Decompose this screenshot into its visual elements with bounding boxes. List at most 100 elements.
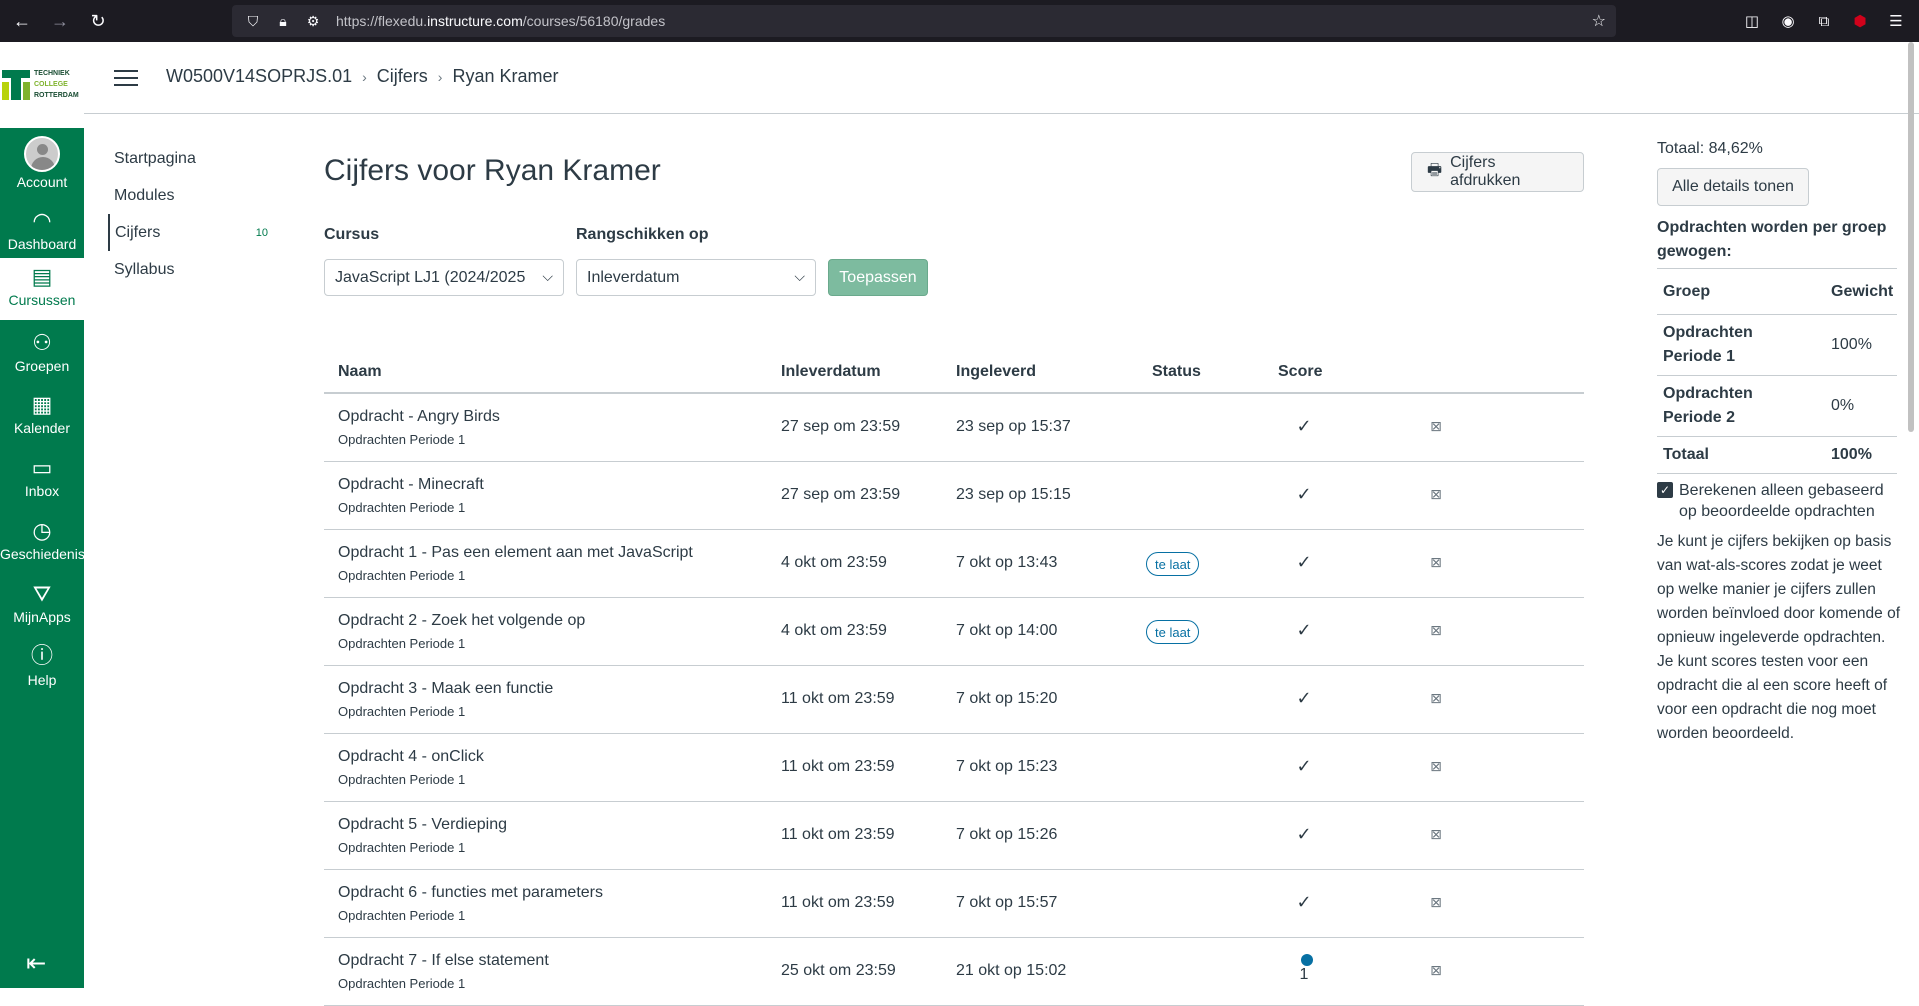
page-header: W0500V14SOPRJS.01 › Cijfers › Ryan Krame… (84, 42, 1919, 114)
assignment-link[interactable]: Opdracht 2 - Zoek het volgende op (338, 612, 585, 630)
global-nav-courses[interactable]: ▤ Cursussen (0, 258, 84, 320)
what-if-edit-icon[interactable]: ⊠ (1426, 758, 1446, 775)
course-select[interactable]: JavaScript LJ1 (2024/2025 ⌵ (324, 259, 564, 296)
global-nav-help[interactable]: ⓘ Help (0, 638, 84, 700)
breadcrumb-grades[interactable]: Cijfers (377, 66, 428, 87)
score-value[interactable]: ✓ (1284, 620, 1324, 641)
late-status-badge: te laat (1146, 620, 1200, 644)
due-date: 11 okt om 23:59 (781, 758, 895, 775)
school-logo[interactable]: TECHNIEK COLLEGE ROTTERDAM (0, 42, 84, 128)
chevron-down-icon: ⌵ (794, 268, 805, 284)
help-icon: ⓘ (30, 643, 53, 668)
global-nav-label: Dashboard (7, 236, 77, 252)
back-icon[interactable]: ← (6, 5, 38, 37)
extensions-icon[interactable]: ⧉ (1811, 13, 1837, 30)
apply-button[interactable]: Toepassen (828, 259, 928, 296)
assignment-link[interactable]: Opdracht - Minecraft (338, 476, 484, 494)
collapse-nav-icon[interactable]: ⇤ (26, 949, 46, 978)
url-text[interactable]: https://flexedu.instructure.com/courses/… (336, 13, 665, 29)
late-status-badge: te laat (1146, 552, 1200, 576)
score-value[interactable]: 1 (1284, 966, 1324, 984)
what-if-info: Je kunt je cijfers bekijken op basis van… (1657, 533, 1900, 742)
lock-icon[interactable]: 🔒︎ (274, 13, 292, 30)
what-if-edit-icon[interactable]: ⊠ (1426, 826, 1446, 843)
graded-only-label: Berekenen alleen gebaseerd op beoordeeld… (1679, 482, 1884, 520)
assignment-link[interactable]: Opdracht 3 - Maak een functie (338, 680, 553, 698)
course-nav-grades[interactable]: Cijfers 10 (108, 214, 268, 251)
table-row: Opdracht 5 - Verdieping Opdrachten Period… (324, 802, 1584, 870)
graded-only-option[interactable]: ✓ Berekenen alleen gebaseerd op beoordee… (1657, 480, 1897, 522)
what-if-edit-icon[interactable]: ⊠ (1426, 554, 1446, 571)
forward-icon[interactable]: → (44, 5, 76, 37)
header-due[interactable]: Inleverdatum (781, 363, 881, 381)
score-value[interactable]: ✓ (1284, 552, 1324, 573)
assignment-link[interactable]: Opdracht 4 - onClick (338, 748, 484, 766)
table-header: Naam Inleverdatum Ingeleverd Status Scor… (324, 346, 1584, 394)
score-value[interactable]: ✓ (1284, 484, 1324, 505)
bookmark-star-icon[interactable]: ☆ (1592, 11, 1606, 31)
submitted-date: 23 sep op 15:37 (956, 418, 1071, 435)
global-nav-groups[interactable]: ⚇ Groepen (0, 324, 84, 386)
page-scrollbar[interactable] (1908, 42, 1914, 432)
header-name[interactable]: Naam (338, 363, 382, 381)
table-row: Opdracht 7 - If else statement Opdrachten… (324, 938, 1584, 1006)
course-nav-syllabus[interactable]: Syllabus (108, 251, 268, 288)
assignment-link[interactable]: Opdracht - Angry Birds (338, 408, 500, 426)
address-bar[interactable]: ⛉ 🔒︎ ⚙ https://flexedu.instructure.com/c… (232, 5, 1616, 37)
score-value[interactable]: ✓ (1284, 688, 1324, 709)
score-value[interactable]: ✓ (1284, 892, 1324, 913)
what-if-edit-icon[interactable]: ⊠ (1426, 418, 1446, 435)
assignment-group: Opdrachten Periode 1 (338, 840, 466, 855)
global-nav-inbox[interactable]: ▭ Inbox (0, 449, 84, 511)
global-nav-label: MijnApps (13, 609, 71, 625)
submitted-date: 7 okt op 15:23 (956, 758, 1058, 775)
reload-icon[interactable]: ↻ (82, 5, 114, 37)
browser-extensions: ◫ ◉ ⧉ ⬢ ☰ (1739, 5, 1909, 37)
weights-value: 100% (1831, 336, 1872, 353)
course-nav-home[interactable]: Startpagina (108, 140, 268, 177)
due-date: 27 sep om 23:59 (781, 418, 901, 435)
hamburger-menu-icon[interactable] (114, 70, 138, 86)
assignment-link[interactable]: Opdracht 5 - Verdieping (338, 816, 507, 834)
header-score[interactable]: Score (1278, 363, 1322, 381)
what-if-edit-icon[interactable]: ⊠ (1426, 894, 1446, 911)
due-date: 11 okt om 23:59 (781, 826, 895, 843)
pocket-icon[interactable]: ◫ (1739, 12, 1765, 30)
permissions-icon[interactable]: ⚙ (304, 13, 322, 30)
global-nav-history[interactable]: ◷ Geschiedenis (0, 512, 85, 574)
show-all-details-button[interactable]: Alle details tonen (1657, 168, 1809, 206)
sort-select[interactable]: Inleverdatum ⌵ (576, 259, 816, 296)
breadcrumb-course[interactable]: W0500V14SOPRJS.01 (166, 66, 352, 87)
what-if-edit-icon[interactable]: ⊠ (1426, 486, 1446, 503)
menu-icon[interactable]: ☰ (1883, 12, 1909, 30)
course-nav-modules[interactable]: Modules (108, 177, 268, 214)
score-value[interactable]: ✓ (1284, 756, 1324, 777)
printer-icon: 🖶︎ (1427, 161, 1443, 179)
score-value[interactable]: ✓ (1284, 416, 1324, 437)
graded-only-checkbox[interactable]: ✓ (1657, 482, 1673, 498)
breadcrumb-student: Ryan Kramer (452, 66, 559, 86)
global-nav-calendar[interactable]: ▦ Kalender (0, 386, 84, 448)
header-submitted[interactable]: Ingeleverd (956, 363, 1036, 381)
table-row: Opdracht 4 - onClick Opdrachten Periode 1… (324, 734, 1584, 802)
profile-icon[interactable]: ◉ (1775, 12, 1801, 30)
what-if-edit-icon[interactable]: ⊠ (1426, 962, 1446, 979)
print-grades-label: Cijfers afdrukken (1450, 154, 1521, 189)
global-nav-apps[interactable]: ⛛ MijnApps (0, 575, 84, 637)
global-nav-account[interactable]: Account (0, 132, 84, 194)
global-nav-label: Help (27, 672, 57, 688)
submitted-date: 7 okt op 13:43 (956, 554, 1058, 571)
shield-icon[interactable]: ⛉ (244, 13, 262, 30)
assignment-link[interactable]: Opdracht 1 - Pas een element aan met Jav… (338, 544, 693, 562)
what-if-edit-icon[interactable]: ⊠ (1426, 622, 1446, 639)
print-grades-button[interactable]: 🖶︎ Cijfers afdrukken (1411, 152, 1584, 192)
header-status[interactable]: Status (1152, 363, 1201, 381)
what-if-edit-icon[interactable]: ⊠ (1426, 690, 1446, 707)
course-select-value: JavaScript LJ1 (2024/2025 (335, 268, 526, 286)
score-value[interactable]: ✓ (1284, 824, 1324, 845)
assignment-link[interactable]: Opdracht 6 - functies met parameters (338, 884, 603, 902)
course-navigation: Startpagina Modules Cijfers 10 Syllabus (108, 140, 268, 288)
global-nav-dashboard[interactable]: ◠ Dashboard (0, 202, 84, 264)
ublock-icon[interactable]: ⬢ (1847, 12, 1873, 30)
assignment-link[interactable]: Opdracht 7 - If else statement (338, 952, 549, 970)
